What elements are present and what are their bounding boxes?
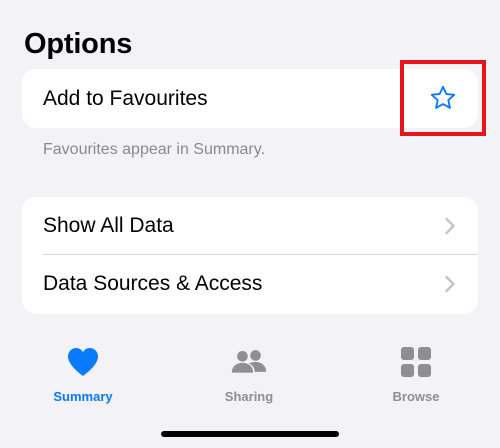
show-all-data-label: Show All Data — [43, 214, 174, 237]
data-sources-access-label: Data Sources & Access — [43, 272, 263, 295]
star-outline-icon[interactable] — [429, 84, 457, 112]
favourites-footnote: Favourites appear in Summary. — [43, 141, 266, 158]
data-sources-access-row[interactable]: Data Sources & Access — [22, 255, 478, 313]
people-icon — [231, 344, 267, 380]
tab-browse[interactable]: Browse — [361, 344, 471, 405]
tab-sharing-label: Sharing — [224, 389, 274, 404]
chevron-right-icon — [445, 217, 455, 235]
tab-browse-label: Browse — [392, 389, 440, 404]
home-indicator[interactable] — [161, 431, 339, 437]
data-options-card: Show All Data Data Sources & Access — [22, 197, 478, 314]
chevron-right-icon — [445, 275, 455, 293]
tab-bar: Summary Sharing Browse — [0, 344, 500, 414]
grid-icon — [398, 344, 434, 380]
show-all-data-row[interactable]: Show All Data — [22, 197, 478, 255]
tab-sharing[interactable]: Sharing — [194, 344, 304, 405]
options-title: Options — [24, 28, 133, 60]
favourite-star-highlight[interactable] — [400, 60, 486, 136]
tab-summary-label: Summary — [53, 389, 113, 404]
tab-summary[interactable]: Summary — [28, 344, 138, 405]
add-to-favourites-label: Add to Favourites — [43, 86, 208, 110]
heart-icon — [65, 344, 101, 380]
